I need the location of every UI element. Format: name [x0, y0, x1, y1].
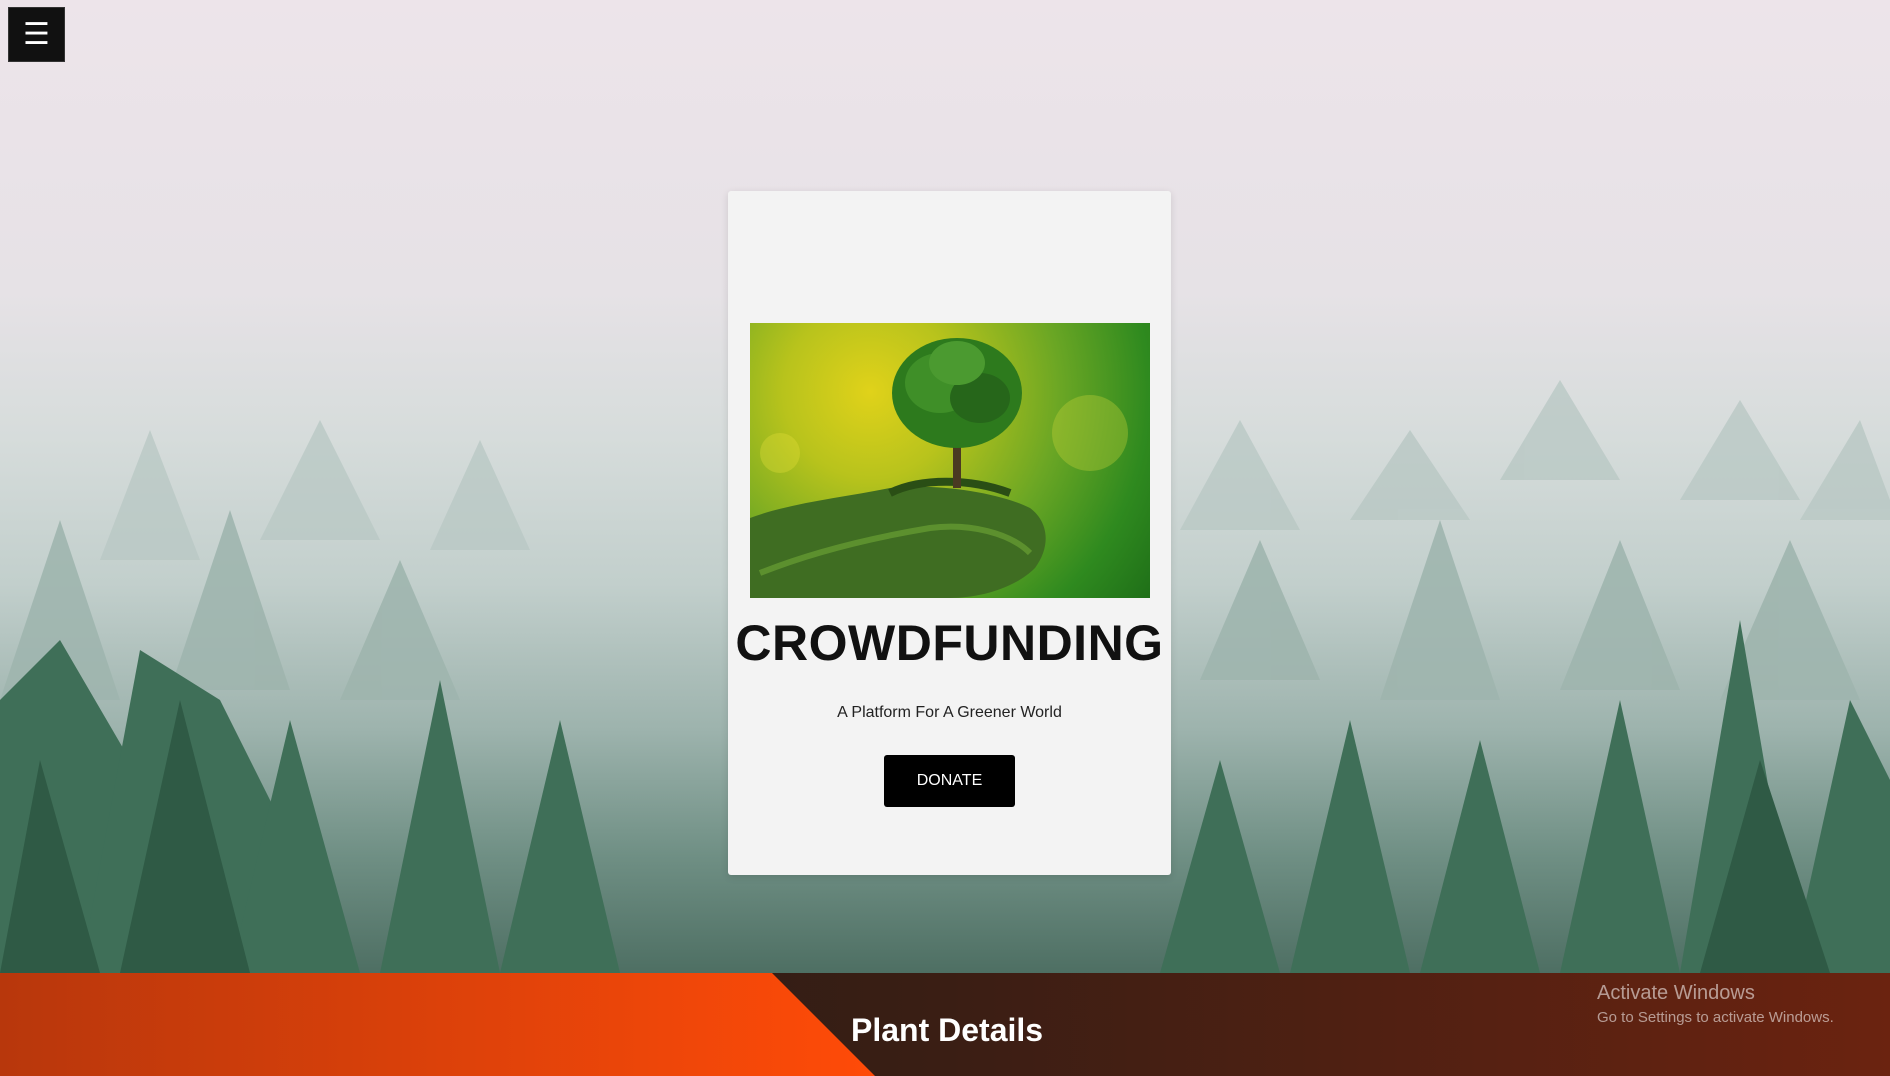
tree-in-hand-image — [750, 323, 1150, 598]
hamburger-icon: ☰ — [23, 17, 50, 51]
hero-card: CROWDFUNDING A Platform For A Greener Wo… — [728, 191, 1171, 875]
watermark-line1: Activate Windows — [1597, 982, 1755, 1004]
page-title: CROWDFUNDING — [735, 615, 1164, 671]
donate-button[interactable]: DONATE — [884, 755, 1015, 807]
watermark-line2: Go to Settings to activate Windows. — [1597, 1009, 1834, 1026]
menu-button[interactable]: ☰ — [8, 7, 65, 62]
tagline: A Platform For A Greener World — [837, 704, 1062, 721]
section-title: Plant Details — [851, 1012, 1044, 1048]
windows-activation-watermark: Activate Windows Go to Settings to activ… — [1597, 982, 1834, 1026]
